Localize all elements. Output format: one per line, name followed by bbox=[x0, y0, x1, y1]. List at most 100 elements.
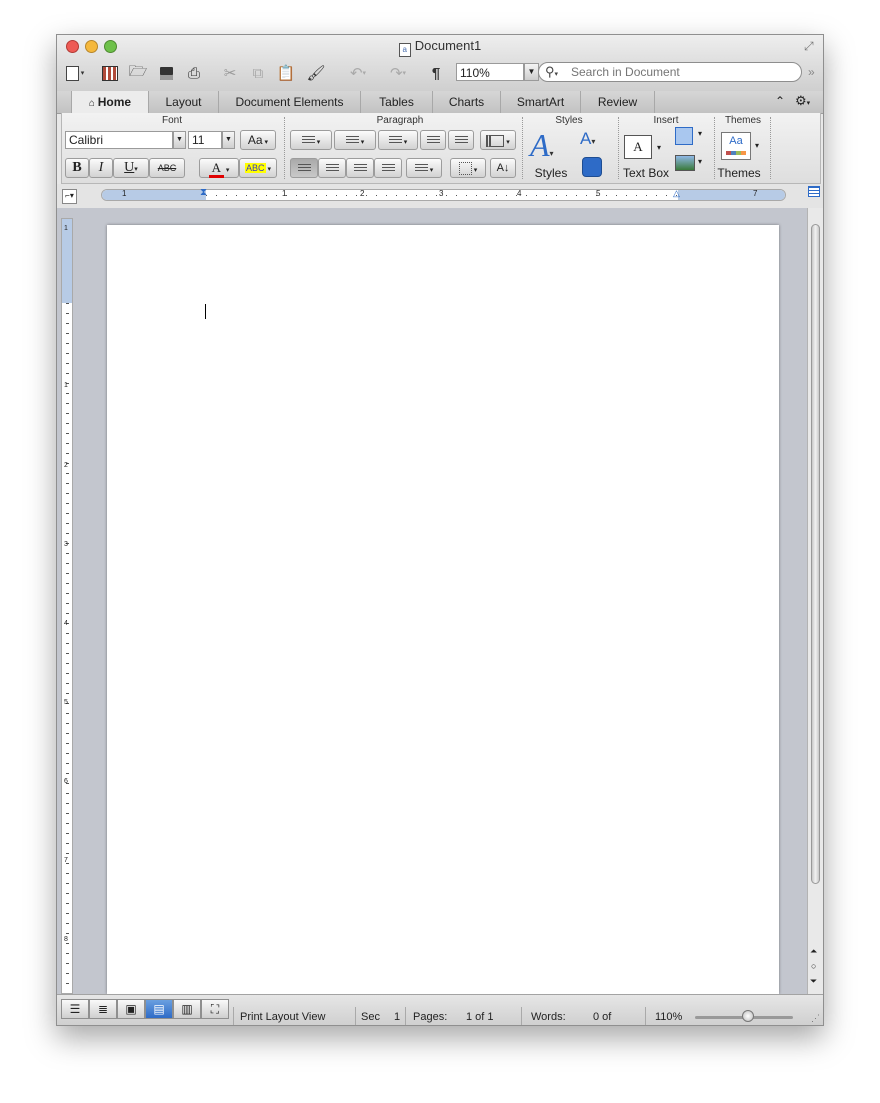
print-layout-view-button[interactable]: ▤ bbox=[145, 999, 173, 1019]
zoom-dropdown-arrow[interactable]: ▼ bbox=[524, 63, 539, 81]
ribbon-tabs: ⌂ Home Layout Document Elements Tables C… bbox=[57, 91, 823, 114]
text-box-label[interactable]: Text Box bbox=[620, 166, 672, 180]
font-color-button[interactable]: A ▾ bbox=[199, 158, 239, 178]
tab-tables[interactable]: Tables bbox=[361, 91, 433, 113]
styles-group-label: Styles bbox=[555, 115, 583, 126]
draft-view-button[interactable]: ☰ bbox=[61, 999, 89, 1019]
font-color-label: A bbox=[208, 160, 224, 178]
numbering-button[interactable]: ▾ bbox=[334, 130, 376, 150]
tab-layout[interactable]: Layout bbox=[149, 91, 219, 113]
vertical-scrollbar[interactable]: ⏶ ○ ⏷ bbox=[807, 208, 823, 994]
format-painter-icon[interactable]: 🖌 bbox=[305, 61, 327, 85]
redo-icon[interactable]: ↷ ▾ bbox=[381, 61, 415, 85]
text-effects-icon[interactable]: A▾ bbox=[580, 129, 595, 149]
undo-icon[interactable]: ↶ ▾ bbox=[341, 61, 375, 85]
paragraph-group-label: Paragraph bbox=[376, 115, 424, 126]
notebook-layout-view-button[interactable]: ▥ bbox=[173, 999, 201, 1019]
sort-icon: A↓ bbox=[496, 162, 510, 174]
show-formatting-button[interactable]: ¶ bbox=[425, 61, 447, 85]
themes-preview-icon[interactable]: Aa bbox=[721, 132, 751, 160]
picture-button[interactable]: ▾ bbox=[675, 155, 709, 175]
horizontal-ruler[interactable]: 1 1 2 3 4 5 7 ⧗ △ bbox=[101, 187, 786, 201]
right-indent-marker[interactable]: △ bbox=[673, 188, 680, 199]
search-input[interactable] bbox=[571, 64, 791, 80]
tab-home-label: Home bbox=[97, 95, 132, 109]
outline-view-button[interactable]: ≣ bbox=[89, 999, 117, 1019]
bullet-list-icon bbox=[301, 136, 315, 146]
sort-button[interactable]: A↓ bbox=[490, 158, 516, 178]
tab-smartart[interactable]: SmartArt bbox=[501, 91, 581, 113]
paste-icon[interactable]: 📋 bbox=[275, 61, 297, 85]
font-name-field[interactable]: Calibri bbox=[65, 131, 173, 149]
highlight-button[interactable]: ABC ▾ bbox=[239, 158, 277, 178]
first-line-indent-marker[interactable]: ⧗ bbox=[200, 187, 207, 198]
italic-button[interactable]: I bbox=[89, 158, 113, 178]
text-box-icon[interactable]: A bbox=[624, 135, 652, 159]
strikethrough-button[interactable]: ABC bbox=[149, 158, 185, 178]
save-icon[interactable] bbox=[155, 61, 177, 85]
scrollbar-thumb[interactable] bbox=[811, 224, 820, 884]
zoom-slider-knob[interactable] bbox=[742, 1010, 754, 1022]
multilevel-list-button[interactable]: ▾ bbox=[378, 130, 418, 150]
vertical-ruler[interactable]: 1 1 2 3 4 5 6 7 8 bbox=[61, 218, 73, 994]
ribbon-settings-gear-icon[interactable]: ⚙▾ bbox=[795, 93, 810, 109]
toolbar-overflow-icon[interactable]: » bbox=[808, 65, 815, 79]
align-center-button[interactable] bbox=[318, 158, 346, 178]
split-view-icon[interactable] bbox=[808, 186, 820, 197]
tab-charts[interactable]: Charts bbox=[433, 91, 501, 113]
bold-button[interactable]: B bbox=[65, 158, 89, 178]
tab-review[interactable]: Review bbox=[581, 91, 655, 113]
cut-icon[interactable]: ✂ bbox=[219, 61, 241, 85]
borders-button[interactable]: ▾ bbox=[450, 158, 486, 178]
align-left-icon bbox=[297, 164, 311, 174]
collapse-ribbon-icon[interactable]: ⌃ bbox=[775, 94, 785, 108]
templates-icon[interactable] bbox=[99, 61, 121, 85]
change-case-button[interactable]: Aa ▾ bbox=[240, 130, 276, 150]
new-document-icon[interactable]: ▾ bbox=[61, 61, 89, 85]
styles-label[interactable]: Styles bbox=[532, 166, 570, 180]
shape-dropdown-icon: ▾ bbox=[698, 129, 703, 138]
section-label: Sec bbox=[361, 1011, 380, 1023]
font-size-field[interactable]: 11 bbox=[188, 131, 222, 149]
search-icon[interactable]: ⚲▾ bbox=[545, 64, 558, 80]
fullscreen-icon[interactable]: ⤢ bbox=[804, 39, 814, 54]
line-spacing-button[interactable]: ▾ bbox=[406, 158, 442, 178]
zoom-field[interactable]: 110% bbox=[456, 63, 524, 81]
publishing-layout-view-button[interactable]: ▣ bbox=[117, 999, 145, 1019]
search-field[interactable]: ⚲▾ bbox=[538, 62, 802, 82]
styles-icon[interactable]: A▾ bbox=[530, 127, 554, 164]
tab-stop-selector[interactable]: ⌐▾ bbox=[62, 189, 77, 204]
insert-group-separator bbox=[714, 117, 715, 179]
previous-page-icon[interactable]: ⏶ bbox=[810, 946, 817, 957]
font-name-dropdown-icon[interactable]: ▼ bbox=[173, 131, 186, 149]
document-page[interactable] bbox=[107, 225, 779, 994]
decrease-indent-button[interactable] bbox=[420, 130, 446, 150]
themes-label[interactable]: Themes bbox=[716, 166, 762, 180]
increase-indent-button[interactable] bbox=[448, 130, 474, 150]
line-spacing-icon bbox=[414, 164, 428, 174]
vruler-mark: 8 bbox=[64, 936, 68, 943]
tab-home[interactable]: ⌂ Home bbox=[71, 91, 149, 113]
open-folder-icon[interactable]: 🗁 bbox=[127, 61, 149, 85]
resize-grip-icon[interactable]: ⋰ bbox=[811, 1013, 820, 1024]
next-page-icon[interactable]: ⏷ bbox=[810, 976, 817, 987]
themes-dropdown-icon[interactable]: ▾ bbox=[755, 141, 759, 150]
styles-pane-icon[interactable] bbox=[582, 157, 602, 177]
text-box-dropdown-icon[interactable]: ▾ bbox=[657, 143, 661, 152]
shape-button[interactable]: ▾ bbox=[675, 127, 709, 149]
print-icon[interactable]: ⎙ bbox=[183, 61, 205, 85]
underline-button[interactable]: U ▾ bbox=[113, 158, 149, 178]
picture-dropdown-icon: ▾ bbox=[698, 157, 703, 166]
browse-object-icon[interactable]: ○ bbox=[811, 961, 816, 971]
justify-button[interactable] bbox=[374, 158, 402, 178]
columns-button[interactable]: ▾ bbox=[480, 130, 516, 150]
align-right-button[interactable] bbox=[346, 158, 374, 178]
bullets-button[interactable]: ▾ bbox=[290, 130, 332, 150]
copy-icon[interactable]: ⧉ bbox=[247, 61, 269, 85]
align-left-button[interactable] bbox=[290, 158, 318, 178]
status-divider bbox=[405, 1007, 406, 1025]
focus-view-button[interactable]: ⛶ bbox=[201, 999, 229, 1019]
decrease-indent-icon bbox=[426, 136, 440, 146]
font-size-dropdown-icon[interactable]: ▼ bbox=[222, 131, 235, 149]
tab-document-elements[interactable]: Document Elements bbox=[219, 91, 361, 113]
